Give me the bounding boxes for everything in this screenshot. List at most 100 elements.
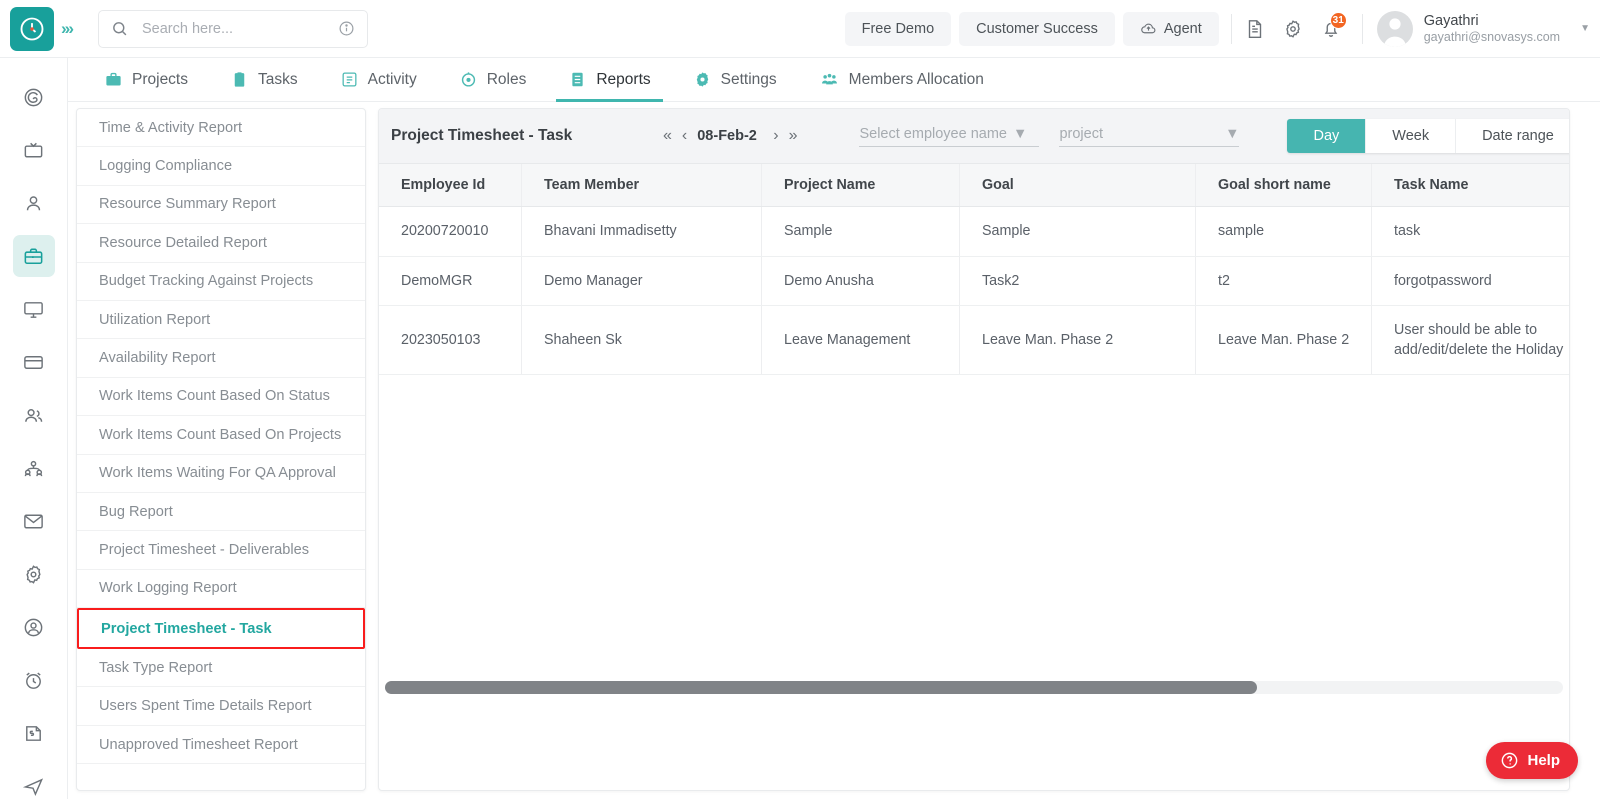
table-cell: sample — [1196, 207, 1372, 255]
report-list-item[interactable]: Budget Tracking Against Projects — [77, 263, 365, 301]
header-divider-1 — [1231, 14, 1232, 44]
avatar-icon — [1377, 11, 1413, 47]
clock-logo-icon[interactable] — [10, 7, 54, 51]
alarm-clock-icon[interactable] — [13, 659, 55, 701]
report-list-item-label: Utilization Report — [99, 312, 210, 328]
report-list-item-label: Work Items Waiting For QA Approval — [99, 465, 336, 481]
report-list-item[interactable]: Resource Detailed Report — [77, 224, 365, 262]
users-icon[interactable] — [13, 394, 55, 436]
document-icon[interactable] — [1236, 10, 1274, 48]
table-cell: Leave Man. Phase 2 — [1196, 306, 1372, 375]
report-list-item[interactable]: Logging Compliance — [77, 147, 365, 185]
tab-settings[interactable]: Settings — [677, 58, 793, 102]
report-list-item[interactable]: Project Timesheet - Deliverables — [77, 531, 365, 569]
report-list-item[interactable]: Resource Summary Report — [77, 186, 365, 224]
report-list-item[interactable]: Work Items Count Based On Projects — [77, 416, 365, 454]
help-button[interactable]: Help — [1486, 742, 1578, 779]
table-cell: task — [1372, 207, 1570, 255]
tab-projects-label: Projects — [132, 71, 188, 89]
table-cell: 2023050103 — [379, 306, 522, 375]
user-circle-icon[interactable] — [13, 606, 55, 648]
customer-success-button[interactable]: Customer Success — [959, 12, 1115, 46]
tab-tasks-label: Tasks — [258, 71, 298, 89]
gear-icon[interactable] — [1274, 10, 1312, 48]
project-select[interactable]: project ▼ — [1059, 126, 1239, 147]
info-circle-icon[interactable] — [338, 20, 355, 37]
report-list-item-label: Task Type Report — [99, 660, 212, 676]
report-list-item[interactable]: Availability Report — [77, 339, 365, 377]
report-list-item-selected[interactable]: Project Timesheet - Task — [77, 608, 365, 649]
tab-activity[interactable]: Activity — [324, 58, 433, 102]
chevron-right-icon[interactable]: › — [773, 127, 778, 145]
briefcase-icon[interactable] — [13, 235, 55, 277]
dashboard-spiral-icon[interactable] — [13, 76, 55, 118]
tab-members-allocation[interactable]: Members Allocation — [803, 58, 1000, 102]
table-cell: Leave Management — [762, 306, 960, 375]
report-list-item[interactable]: Work Logging Report — [77, 570, 365, 608]
table-row[interactable]: 20200720010Bhavani ImmadisettySampleSamp… — [379, 207, 1569, 256]
range-date-range-button[interactable]: Date range — [1456, 119, 1570, 153]
agent-button[interactable]: Agent — [1123, 12, 1219, 46]
double-chevron-right-icon[interactable]: » — [789, 127, 798, 145]
chevron-double-right-icon[interactable]: ››› — [61, 19, 72, 39]
mail-icon[interactable] — [13, 500, 55, 542]
avatar[interactable] — [1377, 11, 1413, 47]
date-navigator: « ‹ 08-Feb-2 › » — [663, 127, 797, 145]
employee-select[interactable]: Select employee name ▼ — [859, 126, 1039, 147]
range-week-button[interactable]: Week — [1366, 119, 1456, 153]
user-icon[interactable] — [13, 182, 55, 224]
report-list-item-label: Project Timesheet - Deliverables — [99, 542, 309, 558]
table-row[interactable]: 2023050103Shaheen SkLeave ManagementLeav… — [379, 306, 1569, 376]
user-info[interactable]: Gayathri gayathri@snovasys.com — [1424, 12, 1560, 46]
free-demo-button[interactable]: Free Demo — [845, 12, 952, 46]
scrollbar-thumb[interactable] — [385, 681, 1257, 694]
date-value[interactable]: 08-Feb-2 — [697, 128, 763, 144]
monitor-icon[interactable] — [13, 288, 55, 330]
report-list-item[interactable]: Task Type Report — [77, 649, 365, 687]
tab-tasks[interactable]: Tasks — [214, 58, 314, 102]
employee-select-placeholder: Select employee name — [859, 126, 1007, 142]
tab-roles[interactable]: Roles — [443, 58, 543, 102]
report-list-item[interactable]: Bug Report — [77, 493, 365, 531]
table-cell: Task2 — [960, 257, 1196, 305]
send-icon[interactable] — [13, 765, 55, 807]
double-chevron-left-icon[interactable]: « — [663, 127, 672, 145]
table-column-header[interactable]: Team Member — [522, 164, 762, 206]
table-row[interactable]: DemoMGRDemo ManagerDemo AnushaTask2t2for… — [379, 257, 1569, 306]
table-column-header[interactable]: Employee Id — [379, 164, 522, 206]
invoice-icon[interactable] — [13, 712, 55, 754]
search-box[interactable] — [98, 10, 368, 48]
tab-reports[interactable]: Reports — [552, 58, 666, 102]
tab-activity-label: Activity — [368, 71, 417, 89]
bell-icon[interactable]: 31 — [1312, 10, 1350, 48]
horizontal-scrollbar[interactable] — [385, 681, 1563, 694]
report-list-item[interactable]: Work Items Waiting For QA Approval — [77, 455, 365, 493]
report-list-item[interactable]: Utilization Report — [77, 301, 365, 339]
chevron-left-icon[interactable]: ‹ — [682, 127, 687, 145]
credit-card-icon[interactable] — [13, 341, 55, 383]
tab-projects[interactable]: Projects — [88, 58, 204, 102]
gear-icon — [693, 70, 712, 89]
report-title: Project Timesheet - Task — [391, 127, 663, 145]
table-column-header[interactable]: Goal short name — [1196, 164, 1372, 206]
tv-icon[interactable] — [13, 129, 55, 171]
table-cell: Demo Manager — [522, 257, 762, 305]
search-input[interactable] — [142, 21, 338, 37]
table-column-header[interactable]: Task Name — [1372, 164, 1570, 206]
org-chart-icon[interactable] — [13, 447, 55, 489]
report-list-item[interactable]: Users Spent Time Details Report — [77, 687, 365, 725]
table-column-header[interactable]: Project Name — [762, 164, 960, 206]
header-divider-2 — [1362, 14, 1363, 44]
gear-icon[interactable] — [13, 553, 55, 595]
report-list-item[interactable]: Unapproved Timesheet Report — [77, 726, 365, 764]
report-list-item-label: Time & Activity Report — [99, 120, 242, 136]
range-day-button[interactable]: Day — [1287, 119, 1366, 153]
report-list-item-label: Work Items Count Based On Projects — [99, 427, 341, 443]
left-icon-rail — [0, 58, 68, 799]
tab-settings-label: Settings — [721, 71, 777, 89]
chevron-down-icon[interactable]: ▼ — [1580, 23, 1590, 34]
user-name: Gayathri — [1424, 12, 1560, 30]
table-column-header[interactable]: Goal — [960, 164, 1196, 206]
report-list-item[interactable]: Time & Activity Report — [77, 109, 365, 147]
report-list-item[interactable]: Work Items Count Based On Status — [77, 378, 365, 416]
